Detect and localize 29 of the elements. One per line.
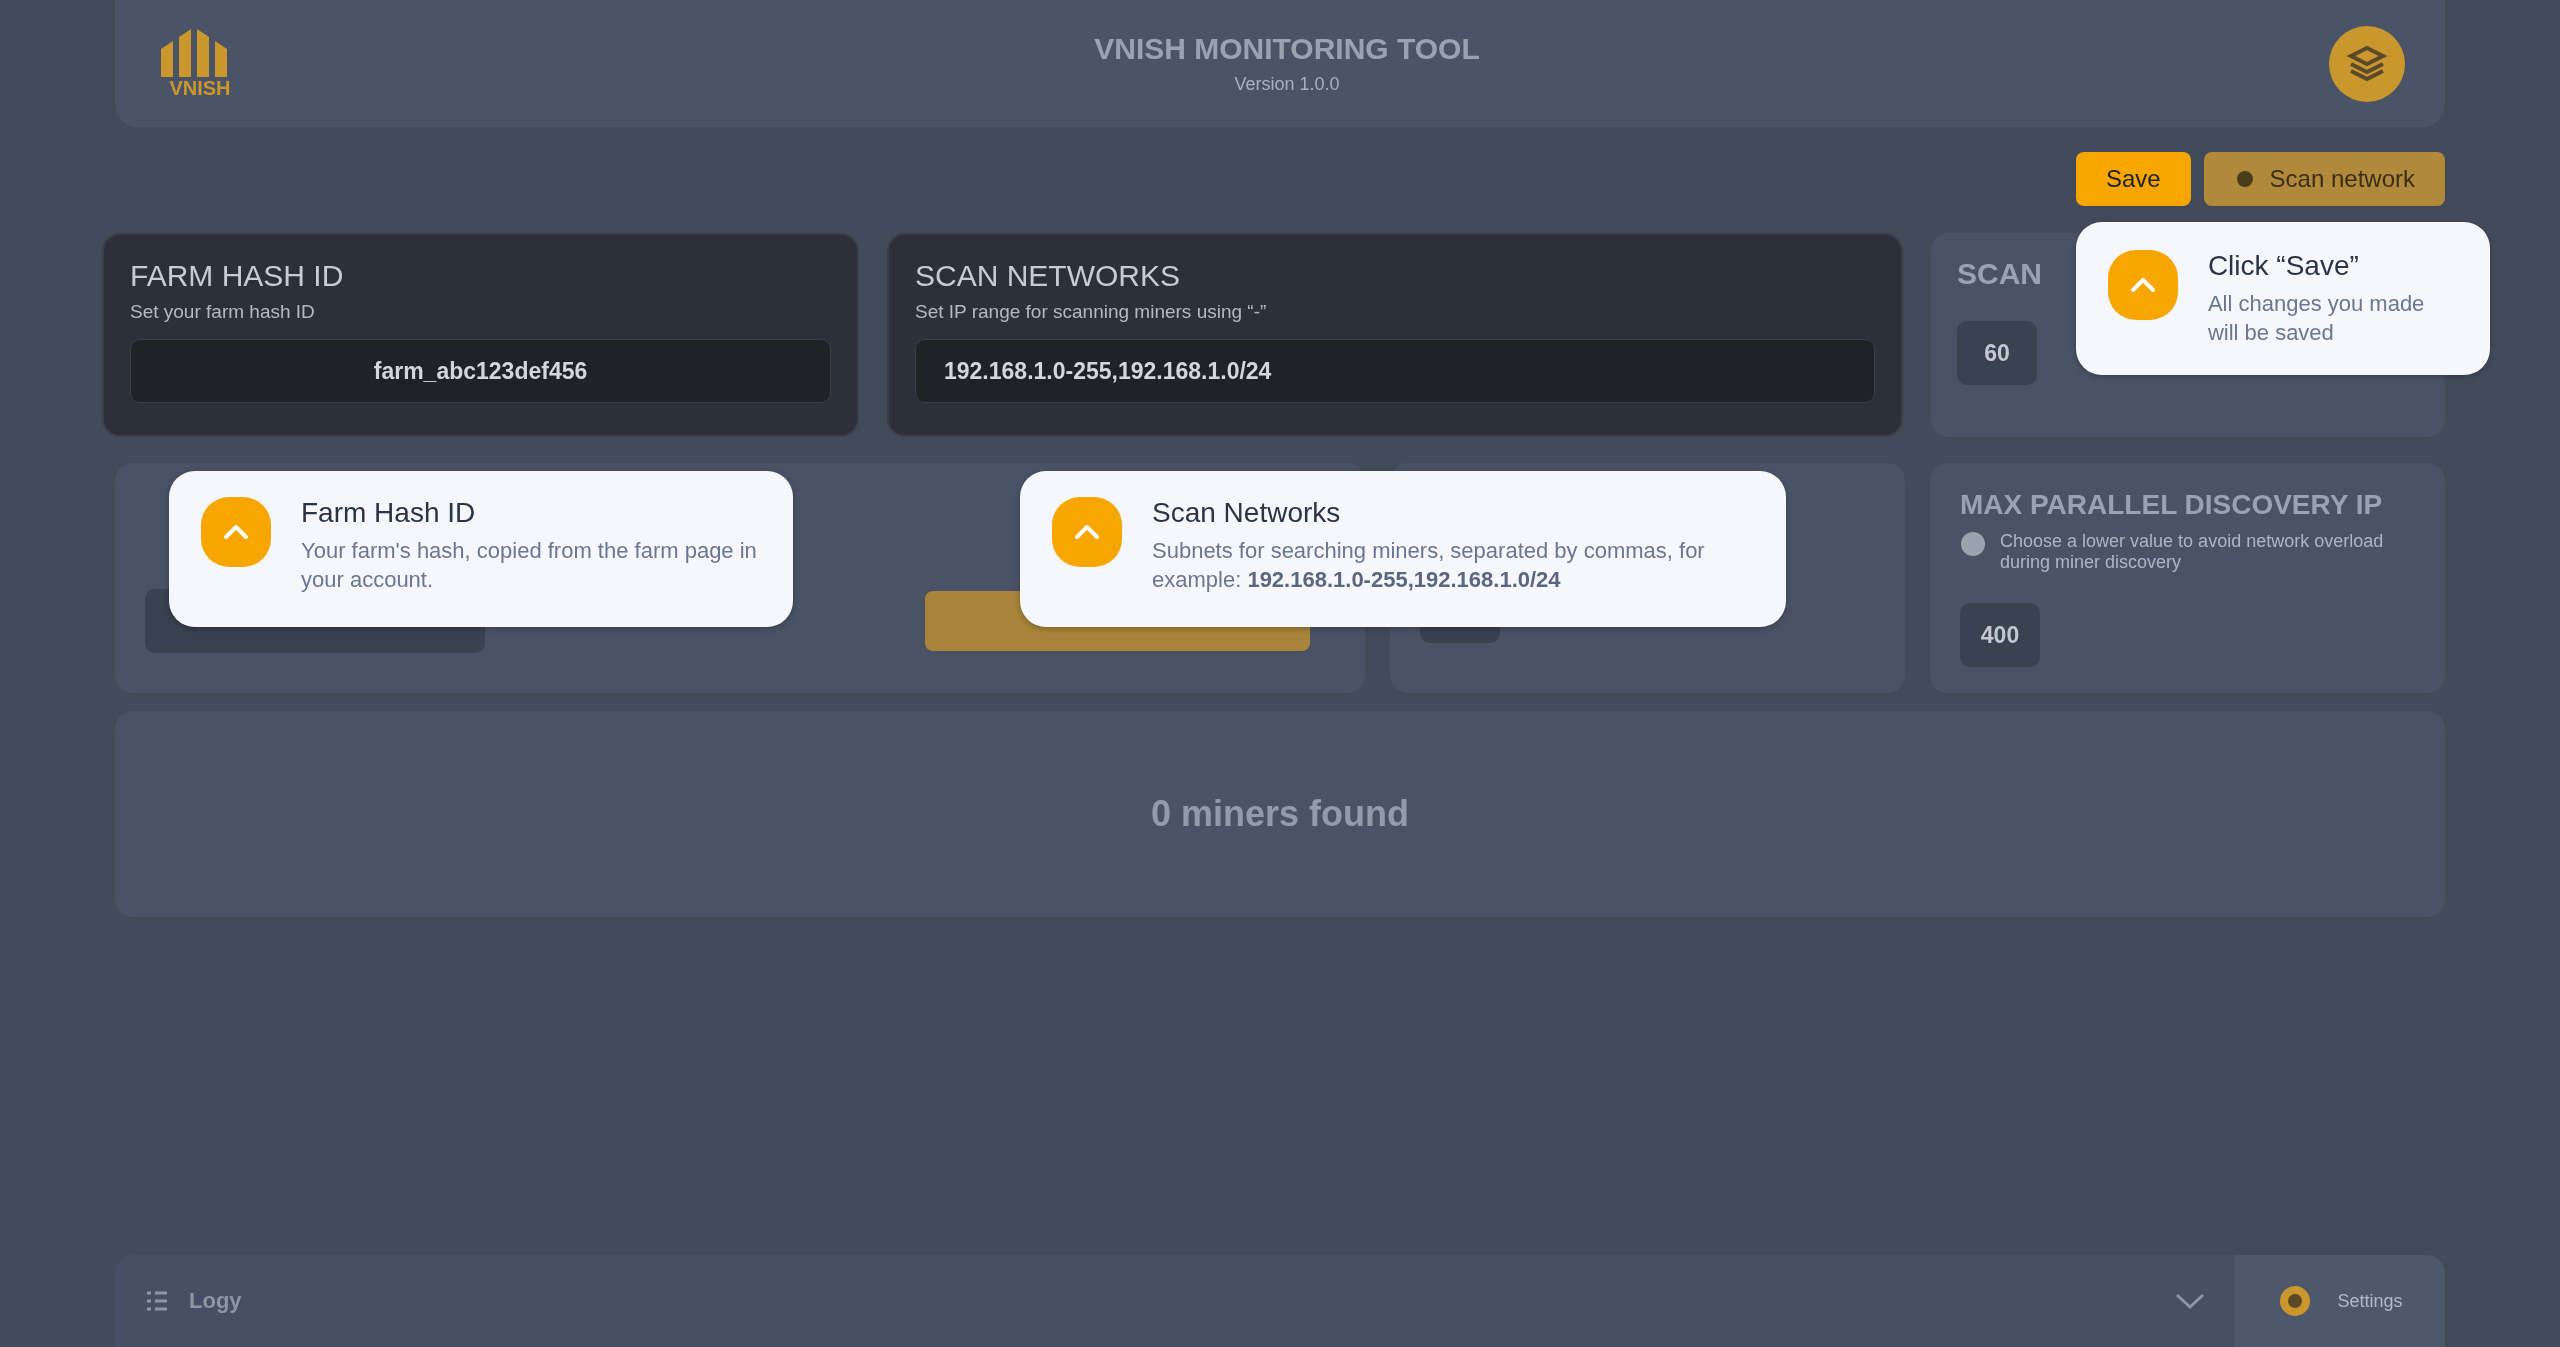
card-title: SCAN NETWORKS [915,259,1181,293]
hint-text: Choose a lower value to avoid network overload during miner discovery [2000,531,2385,573]
tooltip-title: Farm Hash ID [301,497,477,529]
chevron-up-icon [201,497,271,567]
input-field[interactable]: 192.168.1.0-255,192.168.1.0/24 [915,339,1875,403]
tooltip-text: All changes you made will be saved [2207,290,2426,347]
chevron-up-icon [1052,497,1122,567]
settings-button[interactable]: Settings [2235,1255,2445,1347]
tooltip-title: Scan Networks [1152,497,1342,529]
tooltip-text: Your farm's hash, copied from the farm page in your account. [301,537,758,594]
card-subtitle: Set your farm hash ID [130,301,316,323]
chevron-down-icon[interactable] [2175,1292,2205,1310]
logo-text: VNISH [169,77,231,100]
input-field[interactable]: 400 [1960,603,2040,667]
chevron-up-icon [2107,250,2178,320]
list-icon[interactable] [145,1289,169,1313]
input-field[interactable]: farm_abc123def456 [130,339,831,403]
tooltip-title: Click “Save” [2207,250,2360,282]
app-title: VNISH MONITORING TOOL [1094,32,1480,66]
card-title: SCAN [1957,257,2042,291]
action-button[interactable]: Save [2075,152,2191,206]
card-title: FARM HASH ID [130,259,344,293]
card-subtitle: Set IP range for scanning miners using “-” [915,301,1268,323]
version-text: Version 1.0.0 [1234,74,1340,95]
input-field[interactable]: 60 [1957,321,2037,385]
empty-message: 0 miners found [1151,793,1409,835]
card-title: MAX PARALLEL DISCOVERY IP [1960,489,2383,521]
action-button[interactable]: Scan network [2203,152,2445,206]
tooltip-text: Subnets for searching miners, separated by commas, for example: 192.168.1.0-255,192.168.1.0/24 [1152,537,1706,594]
